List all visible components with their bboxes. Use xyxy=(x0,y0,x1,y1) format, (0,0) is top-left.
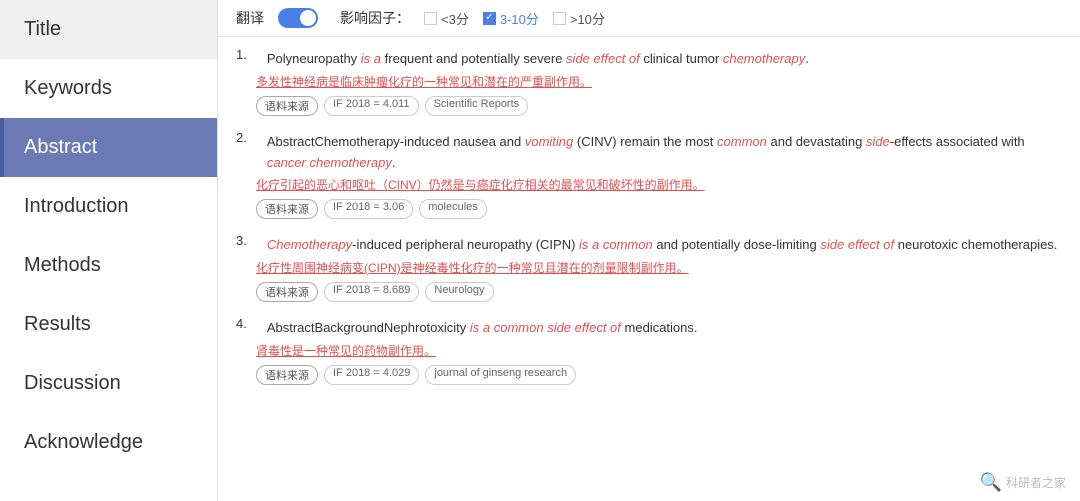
entry-number: 1. xyxy=(236,47,247,62)
entry-translation: 化疗性周围神经病变(CIPN)是神经毒性化疗的一种常见且潜在的剂量限制副作用。 xyxy=(256,259,1062,277)
toolbar: 翻译 影响因子： <3分 ✓ 3-10分 >10分 xyxy=(218,0,1080,37)
text-styled: side effect of xyxy=(566,51,640,66)
filter-3to10-label: 3-10分 xyxy=(500,9,539,28)
filter-gt10-checkbox xyxy=(553,12,566,25)
sidebar-item-introduction[interactable]: Introduction xyxy=(0,177,217,236)
translate-toggle[interactable] xyxy=(278,8,318,28)
sidebar-item-discussion[interactable]: Discussion xyxy=(0,354,217,413)
toggle-track xyxy=(278,8,318,28)
entry-meta: 语料来源 IF 2018 = 8.689 Neurology xyxy=(256,282,1062,302)
content-list: 1. Polyneuropathy is a frequent and pote… xyxy=(218,37,1080,501)
text-styled: Chemotherapy xyxy=(267,237,352,252)
text-styled: is a xyxy=(361,51,381,66)
sidebar: TitleKeywordsAbstractIntroductionMethods… xyxy=(0,0,218,501)
filter-3to10-checkbox: ✓ xyxy=(483,12,496,25)
text-styled: vomiting xyxy=(525,134,573,149)
translate-label: 翻译 xyxy=(236,8,264,28)
filter-label: 影响因子： xyxy=(340,8,410,28)
list-item: 2. AbstractChemotherapy-induced nausea a… xyxy=(236,130,1062,220)
journal-tag: molecules xyxy=(419,199,487,219)
filter-gt10-label: >10分 xyxy=(570,9,605,28)
entry-text: Polyneuropathy is a frequent and potenti… xyxy=(267,49,809,70)
entry-translation: 肾毒性是一种常见的药物副作用。 xyxy=(256,342,1062,360)
text-styled: side effect of xyxy=(820,237,894,252)
text-styled: is a common xyxy=(579,237,653,252)
checkmark-icon: ✓ xyxy=(485,13,493,23)
entry-text: Chemotherapy-induced peripheral neuropat… xyxy=(267,235,1058,256)
entry-number: 3. xyxy=(236,233,247,248)
source-tag: 语料来源 xyxy=(256,282,318,302)
entry-meta: 语料来源 IF 2018 = 4.011 Scientific Reports xyxy=(256,96,1062,116)
journal-tag: Scientific Reports xyxy=(425,96,529,116)
source-tag: 语料来源 xyxy=(256,365,318,385)
if-tag: IF 2018 = 3.06 xyxy=(324,199,413,219)
sidebar-item-title[interactable]: Title xyxy=(0,0,217,59)
if-tag: IF 2018 = 8.689 xyxy=(324,282,419,302)
sidebar-item-results[interactable]: Results xyxy=(0,295,217,354)
entry-meta: 语料来源 IF 2018 = 3.06 molecules xyxy=(256,199,1062,219)
list-item: 3. Chemotherapy-induced peripheral neuro… xyxy=(236,233,1062,302)
if-tag: IF 2018 = 4.029 xyxy=(324,365,419,385)
source-tag: 语料来源 xyxy=(256,199,318,219)
main-wrapper: 翻译 影响因子： <3分 ✓ 3-10分 >10分 xyxy=(218,0,1080,501)
source-tag: 语料来源 xyxy=(256,96,318,116)
toggle-thumb xyxy=(300,10,316,26)
entry-text: AbstractBackgroundNephrotoxicity is a co… xyxy=(267,318,698,339)
journal-tag: journal of ginseng research xyxy=(425,365,576,385)
sidebar-item-acknowledge[interactable]: Acknowledge xyxy=(0,413,217,472)
sidebar-item-abstract[interactable]: Abstract xyxy=(0,118,217,177)
entry-translation: 化疗引起的恶心和呕吐（CINV）仍然是与癌症化疗相关的最常见和破坏性的副作用。 xyxy=(256,176,1062,194)
entry-meta: 语料来源 IF 2018 = 4.029 journal of ginseng … xyxy=(256,365,1062,385)
entry-number: 2. xyxy=(236,130,247,145)
entry-translation: 多发性神经病是临床肿瘤化疗的一种常见和潜在的严重副作用。 xyxy=(256,73,1062,91)
text-styled: side xyxy=(866,134,890,149)
filter-3to10[interactable]: ✓ 3-10分 xyxy=(483,9,539,28)
list-item: 4. AbstractBackgroundNephrotoxicity is a… xyxy=(236,316,1062,385)
filter-lt3[interactable]: <3分 xyxy=(424,9,469,28)
text-styled: cancer chemotherapy xyxy=(267,155,392,170)
text-styled: common xyxy=(717,134,767,149)
sidebar-item-keywords[interactable]: Keywords xyxy=(0,59,217,118)
entry-number: 4. xyxy=(236,316,247,331)
text-styled: is a common side effect of xyxy=(470,320,621,335)
filter-lt3-checkbox xyxy=(424,12,437,25)
if-tag: IF 2018 = 4.011 xyxy=(324,96,419,116)
entry-text: AbstractChemotherapy-induced nausea and … xyxy=(267,132,1062,174)
journal-tag: Neurology xyxy=(425,282,493,302)
filter-lt3-label: <3分 xyxy=(441,9,469,28)
text-styled: chemotherapy xyxy=(723,51,805,66)
filter-gt10[interactable]: >10分 xyxy=(553,9,605,28)
list-item: 1. Polyneuropathy is a frequent and pote… xyxy=(236,47,1062,116)
sidebar-item-methods[interactable]: Methods xyxy=(0,236,217,295)
main-content: 翻译 影响因子： <3分 ✓ 3-10分 >10分 xyxy=(218,0,1080,501)
